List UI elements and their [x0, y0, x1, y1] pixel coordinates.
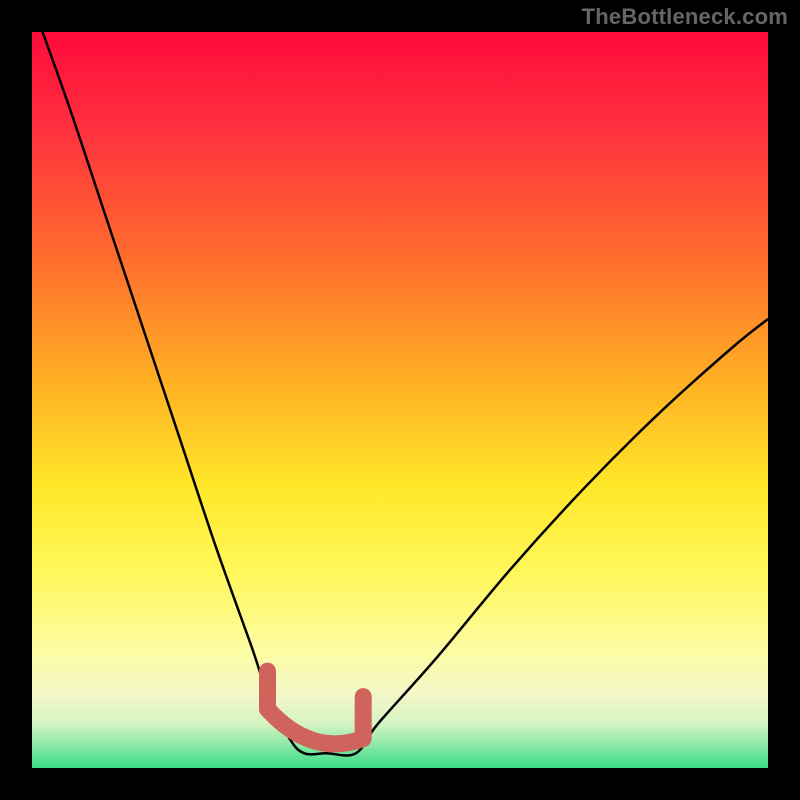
- bottleneck-curve: [32, 32, 768, 768]
- marker-overlay: [268, 671, 364, 744]
- curve-path: [32, 32, 768, 755]
- attribution-text: TheBottleneck.com: [582, 4, 788, 30]
- chart-stage: TheBottleneck.com: [0, 0, 800, 800]
- plot-area: [32, 32, 768, 768]
